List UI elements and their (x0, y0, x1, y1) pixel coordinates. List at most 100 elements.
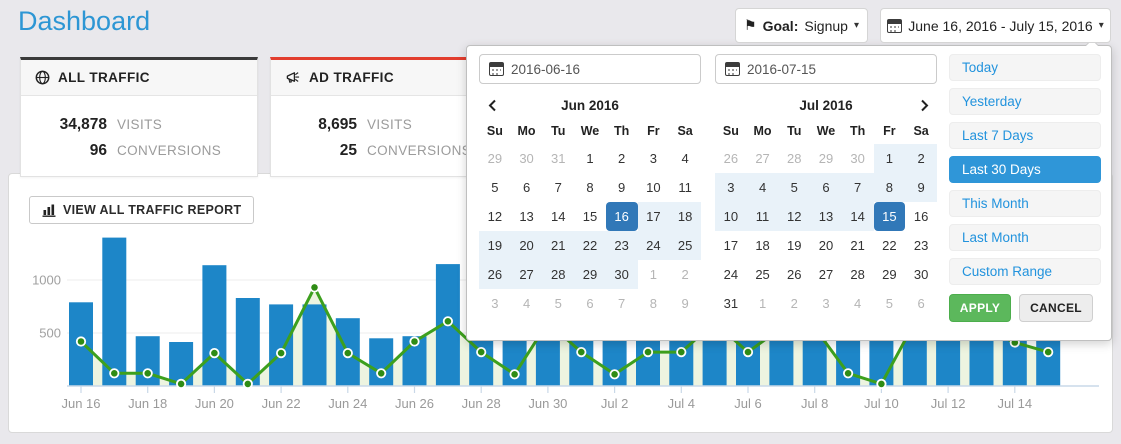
trend-point-jun-19[interactable] (177, 380, 185, 388)
trend-point-jul-15[interactable] (1044, 348, 1052, 356)
calendar-day[interactable]: 14 (842, 202, 874, 231)
calendar-day[interactable]: 1 (638, 260, 670, 289)
visits-bar-jun-20[interactable] (202, 265, 226, 386)
calendar-day-selected[interactable]: 16 (606, 202, 638, 231)
calendar-day[interactable]: 2 (606, 144, 638, 173)
start-date-input[interactable]: 2016-06-16 (479, 54, 701, 84)
calendar-day[interactable]: 6 (905, 289, 937, 318)
calendar-day[interactable]: 18 (747, 231, 779, 260)
calendar-day[interactable]: 4 (747, 173, 779, 202)
calendar-day[interactable]: 24 (638, 231, 670, 260)
trend-point-jun-18[interactable] (144, 369, 152, 377)
calendar-day[interactable]: 3 (638, 144, 670, 173)
calendar-day[interactable]: 2 (669, 260, 701, 289)
calendar-day[interactable]: 22 (574, 231, 606, 260)
trend-point-jul-1[interactable] (577, 348, 585, 356)
calendar-day[interactable]: 9 (606, 173, 638, 202)
trend-point-jul-10[interactable] (877, 380, 885, 388)
calendar-day[interactable]: 30 (842, 144, 874, 173)
range-option-last-month[interactable]: Last Month (949, 224, 1101, 251)
calendar-day[interactable]: 5 (542, 289, 574, 318)
calendar-day[interactable]: 15 (574, 202, 606, 231)
calendar-day[interactable]: 23 (606, 231, 638, 260)
goal-dropdown[interactable]: ⚑ Goal: Signup ▾ (735, 8, 868, 43)
calendar-day[interactable]: 28 (778, 144, 810, 173)
calendar-day[interactable]: 9 (669, 289, 701, 318)
calendar-day[interactable]: 7 (842, 173, 874, 202)
calendar-day[interactable]: 10 (638, 173, 670, 202)
trend-point-jun-25[interactable] (377, 369, 385, 377)
trend-point-jun-27[interactable] (444, 317, 452, 325)
calendar-day[interactable]: 13 (511, 202, 543, 231)
calendar-day[interactable]: 4 (669, 144, 701, 173)
visits-bar-jun-23[interactable] (303, 304, 327, 386)
trend-point-jul-4[interactable] (677, 348, 685, 356)
calendar-day[interactable]: 7 (542, 173, 574, 202)
calendar-day[interactable]: 11 (747, 202, 779, 231)
trend-point-jun-29[interactable] (510, 370, 518, 378)
calendar-day[interactable]: 27 (747, 144, 779, 173)
calendar-day[interactable]: 31 (542, 144, 574, 173)
calendar-day[interactable]: 5 (479, 173, 511, 202)
range-option-today[interactable]: Today (949, 54, 1101, 81)
calendar-day[interactable]: 2 (905, 144, 937, 173)
trend-point-jun-17[interactable] (110, 369, 118, 377)
calendar-day[interactable]: 18 (669, 202, 701, 231)
trend-point-jun-22[interactable] (277, 349, 285, 357)
calendar-day[interactable]: 19 (479, 231, 511, 260)
visits-bar-jul-15[interactable] (1036, 338, 1060, 386)
trend-point-jun-20[interactable] (210, 349, 218, 357)
calendar-day[interactable]: 6 (574, 289, 606, 318)
range-option-this-month[interactable]: This Month (949, 190, 1101, 217)
calendar-day[interactable]: 28 (542, 260, 574, 289)
calendar-day[interactable]: 28 (842, 260, 874, 289)
calendar-day[interactable]: 30 (905, 260, 937, 289)
calendar-day[interactable]: 29 (574, 260, 606, 289)
calendar-day[interactable]: 8 (638, 289, 670, 318)
calendar-day[interactable]: 25 (747, 260, 779, 289)
calendar-day[interactable]: 4 (511, 289, 543, 318)
calendar-day[interactable]: 2 (778, 289, 810, 318)
calendar-day[interactable]: 27 (810, 260, 842, 289)
range-option-yesterday[interactable]: Yesterday (949, 88, 1101, 115)
calendar-day[interactable]: 31 (715, 289, 747, 318)
calendar-day[interactable]: 4 (842, 289, 874, 318)
calendar-day[interactable]: 8 (574, 173, 606, 202)
apply-button[interactable]: APPLY (949, 294, 1011, 322)
calendar-day[interactable]: 3 (479, 289, 511, 318)
calendar-day[interactable]: 26 (715, 144, 747, 173)
calendar-day[interactable]: 22 (874, 231, 906, 260)
calendar-day[interactable]: 30 (511, 144, 543, 173)
calendar-day[interactable]: 7 (606, 289, 638, 318)
trend-point-jun-24[interactable] (344, 349, 352, 357)
end-date-input[interactable]: 2016-07-15 (715, 54, 937, 84)
calendar-day[interactable]: 16 (905, 202, 937, 231)
calendar-day[interactable]: 21 (542, 231, 574, 260)
calendar-day[interactable]: 29 (874, 260, 906, 289)
visits-bar-jun-18[interactable] (136, 336, 160, 386)
visits-bar-jun-21[interactable] (236, 298, 260, 386)
trend-point-jul-3[interactable] (644, 348, 652, 356)
calendar-day[interactable]: 26 (778, 260, 810, 289)
calendar-day[interactable]: 11 (669, 173, 701, 202)
calendar-day[interactable]: 17 (715, 231, 747, 260)
calendar-day[interactable]: 14 (542, 202, 574, 231)
calendar-day[interactable]: 26 (479, 260, 511, 289)
calendar-day[interactable]: 5 (874, 289, 906, 318)
calendar-day[interactable]: 30 (606, 260, 638, 289)
visits-bar-jun-25[interactable] (369, 338, 393, 386)
calendar-day[interactable]: 3 (715, 173, 747, 202)
range-option-last-7-days[interactable]: Last 7 Days (949, 122, 1101, 149)
calendar-day[interactable]: 8 (874, 173, 906, 202)
date-range-dropdown[interactable]: June 16, 2016 - July 15, 2016 ▾ (880, 8, 1111, 43)
trend-point-jun-26[interactable] (410, 337, 418, 345)
calendar-day[interactable]: 3 (810, 289, 842, 318)
calendar-day[interactable]: 27 (511, 260, 543, 289)
visits-bar-jun-22[interactable] (269, 304, 293, 386)
calendar-day[interactable]: 21 (842, 231, 874, 260)
prev-month-button[interactable] (479, 99, 505, 112)
trend-point-jul-6[interactable] (744, 348, 752, 356)
trend-point-jul-2[interactable] (610, 370, 618, 378)
calendar-day[interactable]: 19 (778, 231, 810, 260)
calendar-day[interactable]: 1 (574, 144, 606, 173)
